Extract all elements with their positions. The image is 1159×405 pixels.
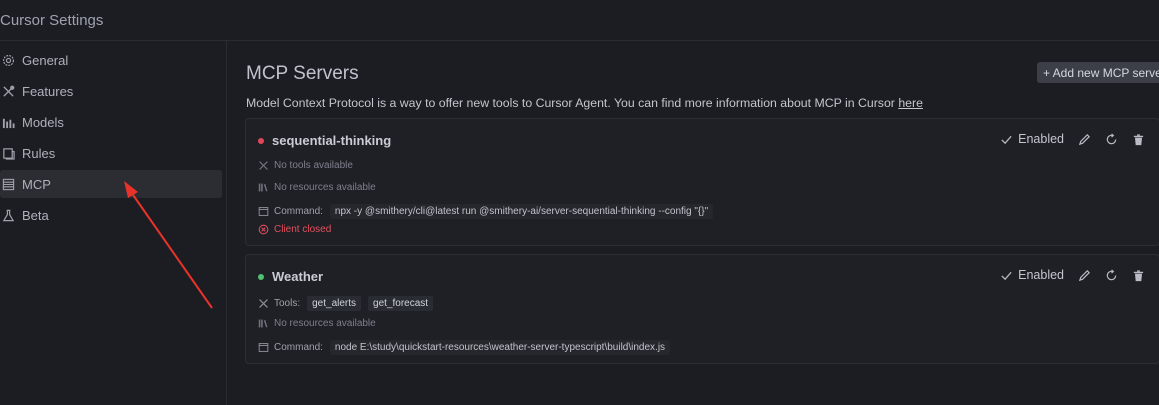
sidebar-item-beta[interactable]: Beta	[0, 201, 222, 229]
server-name: sequential-thinking	[272, 133, 392, 148]
terminal-icon	[258, 342, 269, 353]
status-dot	[258, 137, 264, 144]
enabled-toggle[interactable]: Enabled	[1000, 132, 1064, 146]
tools-row: Tools: get_alerts get_forecast	[258, 296, 434, 311]
command-value: node E:\study\quickstart-resources\weath…	[329, 340, 671, 355]
sidebar-item-general[interactable]: General	[0, 46, 222, 74]
trash-icon[interactable]	[1132, 133, 1145, 146]
resources-text: No resources available	[274, 318, 376, 329]
error-circle-icon	[258, 224, 269, 235]
check-icon	[1000, 269, 1013, 282]
check-icon	[1000, 133, 1013, 146]
flask-icon	[2, 209, 15, 222]
page-title: MCP Servers	[246, 63, 359, 84]
refresh-icon[interactable]	[1105, 268, 1118, 282]
document-icon	[2, 147, 15, 160]
server-header: sequential-thinking	[258, 133, 391, 148]
server-actions: Enabled	[1000, 268, 1145, 282]
sidebar-item-label: Rules	[22, 145, 56, 161]
command-label: Command:	[274, 206, 323, 217]
description-text: Model Context Protocol is a way to offer…	[246, 96, 899, 110]
enabled-toggle[interactable]: Enabled	[1000, 268, 1064, 282]
edit-icon[interactable]	[1078, 269, 1091, 282]
gear-icon	[2, 54, 15, 67]
command-label: Command:	[274, 342, 323, 353]
more-info-link[interactable]: here	[898, 96, 923, 110]
add-mcp-server-button[interactable]: + Add new MCP server	[1037, 62, 1159, 83]
tools-icon	[258, 298, 269, 309]
terminal-icon	[258, 206, 269, 217]
tool-chip: get_alerts	[307, 296, 362, 311]
sidebar-item-rules[interactable]: Rules	[0, 139, 222, 167]
settings-sidebar: General Features Models Rules MCP Beta	[0, 41, 227, 405]
server-icon	[2, 178, 15, 191]
library-icon	[258, 318, 269, 329]
status-dot	[258, 273, 264, 280]
sidebar-item-label: Beta	[22, 207, 49, 223]
resources-row: No resources available	[258, 318, 376, 329]
sidebar-item-label: Models	[22, 114, 64, 130]
server-card-sequential-thinking: sequential-thinking Enabled No tools ava…	[245, 118, 1159, 246]
tools-text: No tools available	[274, 160, 353, 171]
command-row: Command: npx -y @smithery/cli@latest run…	[258, 204, 714, 219]
page-description: Model Context Protocol is a way to offer…	[246, 96, 923, 110]
enabled-label: Enabled	[1018, 132, 1064, 146]
mcp-settings-panel: MCP Servers + Add new MCP server Model C…	[227, 41, 1159, 405]
bar-chart-icon	[2, 116, 15, 129]
server-actions: Enabled	[1000, 132, 1145, 146]
sidebar-item-models[interactable]: Models	[0, 108, 222, 136]
window-title: Cursor Settings	[0, 12, 104, 29]
sidebar-item-label: Features	[22, 83, 74, 99]
trash-icon[interactable]	[1132, 269, 1145, 282]
sidebar-item-label: General	[22, 52, 69, 68]
sidebar-item-mcp[interactable]: MCP	[0, 170, 222, 198]
title-bar: Cursor Settings	[0, 0, 1159, 41]
resources-row: No resources available	[258, 182, 376, 193]
refresh-icon[interactable]	[1105, 132, 1118, 146]
tools-row: No tools available	[258, 160, 353, 171]
resources-text: No resources available	[274, 182, 376, 193]
command-value: npx -y @smithery/cli@latest run @smither…	[329, 204, 714, 219]
edit-icon[interactable]	[1078, 133, 1091, 146]
command-row: Command: node E:\study\quickstart-resour…	[258, 340, 671, 355]
tools-icon	[2, 85, 15, 98]
sidebar-item-features[interactable]: Features	[0, 77, 222, 105]
server-header: Weather	[258, 269, 323, 284]
tools-icon	[258, 160, 269, 171]
enabled-label: Enabled	[1018, 268, 1064, 282]
error-row: Client closed	[258, 224, 331, 235]
server-card-weather: Weather Enabled Tools: get_alerts get_fo…	[245, 254, 1159, 364]
server-name: Weather	[272, 269, 324, 284]
library-icon	[258, 182, 269, 193]
tools-label: Tools:	[274, 298, 301, 309]
sidebar-item-label: MCP	[22, 176, 51, 192]
error-text: Client closed	[274, 224, 332, 235]
tool-chip: get_forecast	[368, 296, 434, 311]
